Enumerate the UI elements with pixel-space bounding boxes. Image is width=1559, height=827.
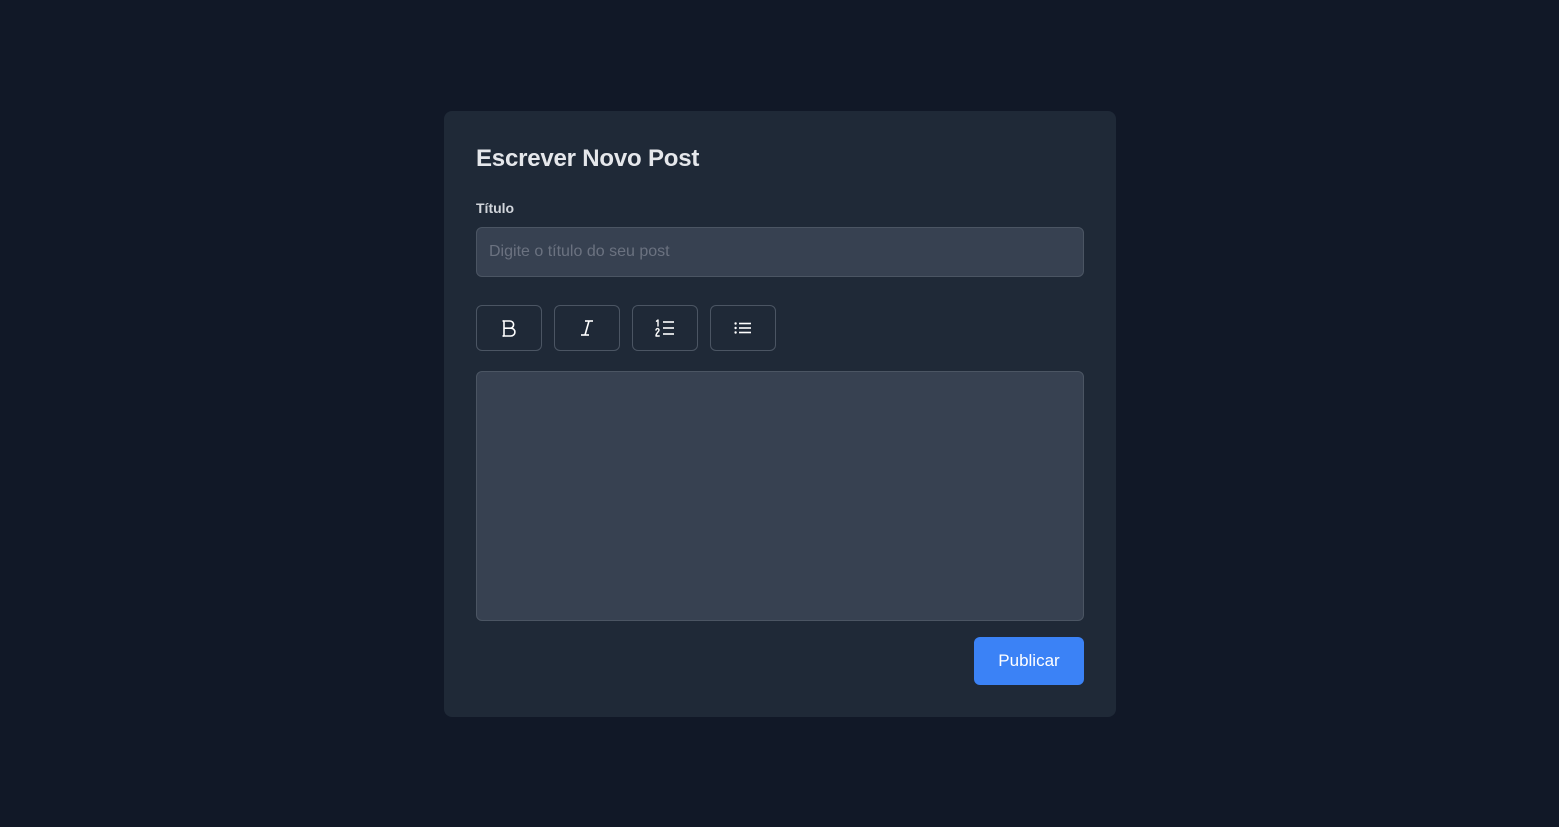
italic-icon [579, 319, 595, 337]
post-body-editor[interactable] [476, 371, 1084, 621]
bullet-list-icon [734, 321, 752, 335]
new-post-card: Escrever Novo Post Título Digite o títul… [444, 111, 1116, 717]
bold-button[interactable] [476, 305, 542, 351]
ordered-list-icon [655, 319, 675, 337]
ordered-list-button[interactable] [632, 305, 698, 351]
bullet-list-button[interactable] [710, 305, 776, 351]
publish-button[interactable]: Publicar [974, 637, 1084, 685]
formatting-toolbar [476, 305, 776, 351]
title-input[interactable] [476, 227, 1084, 277]
bold-icon [501, 319, 517, 337]
title-label: Título [476, 200, 515, 216]
italic-button[interactable] [554, 305, 620, 351]
page-title: Escrever Novo Post [476, 145, 700, 172]
